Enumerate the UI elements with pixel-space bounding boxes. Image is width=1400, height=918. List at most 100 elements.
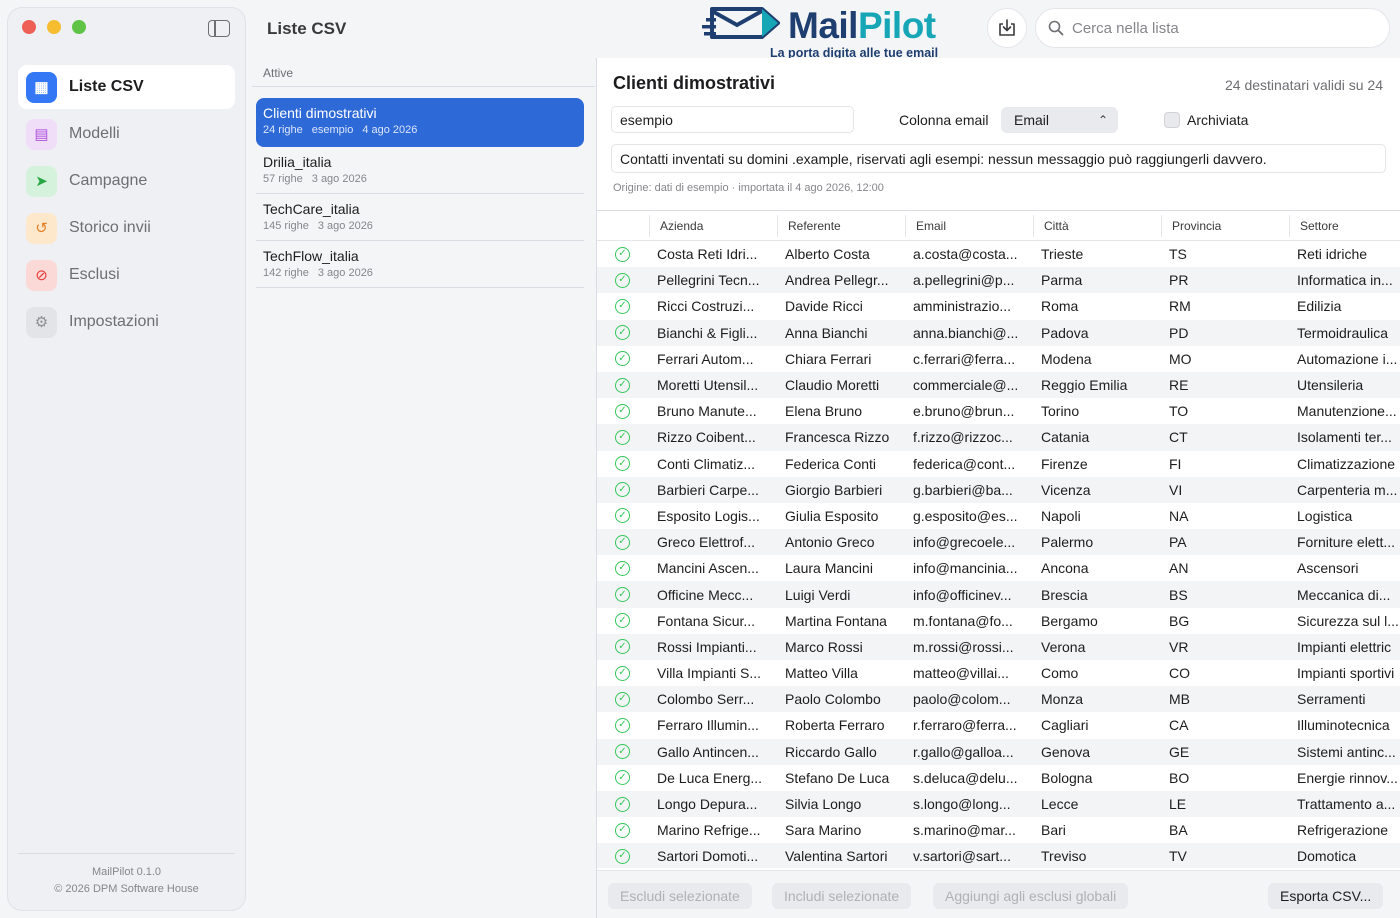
table-row[interactable]: ✓ Mancini Ascen... Laura Mancini info@manci…	[597, 555, 1400, 581]
checkmark-circle-icon[interactable]: ✓	[615, 377, 630, 393]
sidebar-item-esclusi[interactable]: ⊘ Esclusi	[18, 253, 235, 297]
checkmark-circle-icon[interactable]: ✓	[615, 351, 630, 367]
checkmark-circle-icon[interactable]: ✓	[615, 587, 630, 603]
table-row[interactable]: ✓ Longo Depura... Silvia Longo s.longo@long…	[597, 790, 1400, 818]
sidebar-item-storico-invii[interactable]: ↺ Storico invii	[18, 206, 235, 250]
checkmark-circle-icon[interactable]: ✓	[615, 796, 630, 812]
column-header-1[interactable]: Referente	[777, 215, 905, 237]
checkmark-circle-icon[interactable]: ✓	[615, 744, 630, 760]
sidebar-item-campagne[interactable]: ➤ Campagne	[18, 159, 235, 203]
table-cell: amministrazio...	[913, 298, 1012, 315]
add-global-exclusions-button[interactable]: Aggiungi agli esclusi globali	[933, 883, 1129, 909]
checkmark-circle-icon[interactable]: ✓	[615, 560, 630, 576]
table-cell: Martina Fontana	[785, 612, 887, 629]
csv-list-item[interactable]: Clienti dimostrativi 24 righe esempio 4 ago…	[256, 98, 584, 147]
checkmark-circle-icon[interactable]: ✓	[615, 482, 630, 498]
email-column-select[interactable]: Email	[1001, 107, 1118, 133]
search-input[interactable]	[1072, 19, 1372, 37]
table-row[interactable]: ✓ Marino Refrige... Sara Marino s.marino@ma…	[597, 817, 1400, 843]
column-header-3[interactable]: Città	[1033, 215, 1161, 237]
include-selected-button[interactable]: Includi selezionate	[772, 883, 912, 909]
table-row[interactable]: ✓ Bruno Manute... Elena Bruno e.bruno@brun.…	[597, 398, 1400, 424]
table-row[interactable]: ✓ Ricci Costruzi... Davide Ricci amministra…	[597, 293, 1400, 319]
checkmark-circle-icon[interactable]: ✓	[615, 639, 630, 655]
exclude-selected-button[interactable]: Escludi selezionate	[608, 883, 752, 909]
checkmark-circle-icon[interactable]: ✓	[615, 246, 630, 262]
table-row[interactable]: ✓ Moretti Utensil... Claudio Moretti commer…	[597, 371, 1400, 399]
column-header-5[interactable]: Settore	[1289, 215, 1400, 237]
export-csv-button[interactable]: Esporta CSV...	[1268, 883, 1384, 909]
table-row[interactable]: ✓ De Luca Energ... Stefano De Luca s.deluca…	[597, 765, 1400, 791]
checkmark-circle-icon[interactable]: ✓	[615, 403, 630, 419]
csv-list-item[interactable]: TechFlow_italia 142 righe 3 ago 2026	[256, 241, 584, 288]
checkmark-circle-icon[interactable]: ✓	[615, 691, 630, 707]
tag-input[interactable]	[611, 106, 854, 133]
column-header-4[interactable]: Provincia	[1161, 215, 1289, 237]
table-row[interactable]: ✓ Colombo Serr... Paolo Colombo paolo@colom…	[597, 686, 1400, 713]
search-field[interactable]	[1035, 8, 1390, 48]
checkmark-circle-icon[interactable]: ✓	[615, 665, 630, 681]
checkmark-circle-icon[interactable]: ✓	[615, 429, 630, 445]
checkmark-circle-icon[interactable]: ✓	[615, 770, 630, 786]
table-row[interactable]: ✓ Esposito Logis... Giulia Esposito g.espos…	[597, 503, 1400, 529]
table-cell: Padova	[1041, 324, 1089, 341]
column-header-0[interactable]: Azienda	[649, 215, 777, 237]
table-cell: Barbieri Carpe...	[657, 481, 759, 498]
checkmark-circle-icon[interactable]: ✓	[615, 508, 630, 524]
list-note-field[interactable]: Contatti inventati su domini .example, r…	[611, 144, 1386, 173]
archived-checkbox[interactable]	[1164, 112, 1180, 128]
csv-list-item[interactable]: TechCare_italia 145 righe 3 ago 2026	[256, 194, 584, 241]
checkmark-circle-icon[interactable]: ✓	[615, 717, 630, 733]
table-row[interactable]: ✓ Barbieri Carpe... Giorgio Barbieri g.barb…	[597, 476, 1400, 503]
csv-list-rows: 142 righe	[263, 267, 309, 279]
table-row[interactable]: ✓ Ferrari Autom... Chiara Ferrari c.ferrari…	[597, 346, 1400, 372]
table-row[interactable]: ✓ Fontana Sicur... Martina Fontana m.fontan…	[597, 608, 1400, 634]
table-cell: Longo Depura...	[657, 796, 758, 813]
checkmark-circle-icon[interactable]: ✓	[615, 822, 630, 838]
checkmark-circle-icon[interactable]: ✓	[615, 456, 630, 472]
row-valid-cell: ✓	[597, 770, 649, 786]
sidebar-toggle-icon[interactable]	[208, 20, 230, 37]
table-cell: BA	[1169, 822, 1188, 839]
sidebar-item-impostazioni[interactable]: ⚙ Impostazioni	[18, 300, 235, 344]
checkmark-circle-icon[interactable]: ✓	[615, 298, 630, 314]
sidebar-item-modelli[interactable]: ▤ Modelli	[18, 112, 235, 156]
checkmark-circle-icon[interactable]: ✓	[615, 325, 630, 341]
table-cell: Paolo Colombo	[785, 691, 881, 708]
column-header-2[interactable]: Email	[905, 215, 1033, 237]
zoom-window-button[interactable]	[72, 20, 86, 34]
table-row[interactable]: ✓ Villa Impianti S... Matteo Villa matteo@v…	[597, 660, 1400, 686]
table-row[interactable]: ✓ Gallo Antincen... Riccardo Gallo r.gallo@…	[597, 738, 1400, 765]
checkmark-circle-icon[interactable]: ✓	[615, 272, 630, 288]
sidebar-item-liste-csv[interactable]: ▦ Liste CSV	[18, 65, 235, 109]
table-row[interactable]: ✓ Ferraro Illumin... Roberta Ferraro r.ferr…	[597, 712, 1400, 738]
table-row[interactable]: ✓ Greco Elettrof... Antonio Greco info@grec…	[597, 529, 1400, 556]
close-window-button[interactable]	[22, 20, 36, 34]
table-cell: a.pellegrini@p...	[913, 272, 1015, 289]
csv-list-item[interactable]: Drilia_italia 57 righe 3 ago 2026	[256, 147, 584, 194]
envelope-logo-icon	[702, 7, 780, 39]
row-valid-cell: ✓	[597, 298, 649, 314]
table-cell: CA	[1169, 717, 1189, 734]
checkmark-circle-icon[interactable]: ✓	[615, 848, 630, 864]
table-row[interactable]: ✓ Officine Mecc... Luigi Verdi info@officin…	[597, 581, 1400, 608]
table-cell: anna.bianchi@...	[913, 324, 1019, 341]
table-row[interactable]: ✓ Conti Climatiz... Federica Conti federica…	[597, 451, 1400, 477]
csv-list-name: TechCare_italia	[263, 201, 360, 217]
checkmark-circle-icon[interactable]: ✓	[615, 613, 630, 629]
import-export-button[interactable]	[987, 8, 1027, 48]
table-cell: Modena	[1041, 350, 1092, 367]
table-row[interactable]: ✓ Sartori Domoti... Valentina Sartori v.sar…	[597, 843, 1400, 868]
table-cell: CO	[1169, 665, 1190, 682]
table-cell: MB	[1169, 691, 1190, 708]
checkmark-circle-icon[interactable]: ✓	[615, 534, 630, 550]
table-row[interactable]: ✓ Pellegrini Tecn... Andrea Pellegr... a.pe…	[597, 267, 1400, 294]
table-cell: Greco Elettrof...	[657, 534, 756, 551]
table-row[interactable]: ✓ Costa Reti Idri... Alberto Costa a.costa@…	[597, 241, 1400, 267]
table-cell: Edilizia	[1297, 298, 1342, 315]
minimize-window-button[interactable]	[47, 20, 61, 34]
table-row[interactable]: ✓ Rossi Impianti... Marco Rossi m.rossi@ros…	[597, 633, 1400, 660]
table-row[interactable]: ✓ Rizzo Coibent... Francesca Rizzo f.rizzo@…	[597, 424, 1400, 451]
table-row[interactable]: ✓ Bianchi & Figli... Anna Bianchi anna.bian…	[597, 319, 1400, 346]
copyright: © 2026 DPM Software House	[54, 883, 199, 895]
